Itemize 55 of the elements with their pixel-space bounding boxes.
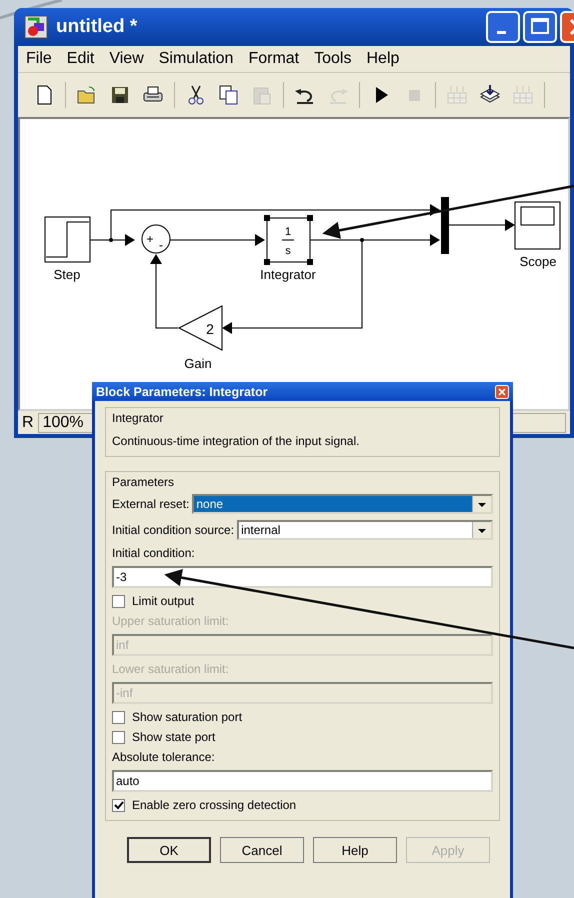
checkbox-label: Enable zero crossing detection (132, 798, 296, 812)
window-title: untitled * (56, 16, 138, 38)
dropdown[interactable]: internal (237, 520, 493, 540)
checkbox[interactable] (112, 798, 125, 812)
app-icon (24, 14, 48, 39)
signal-line (448, 219, 515, 232)
branch-point (109, 238, 113, 242)
dialog-button[interactable]: Help (313, 837, 397, 863)
menu-item[interactable]: View (109, 50, 144, 68)
gain-block[interactable] (178, 306, 222, 352)
block-label: Scope (520, 254, 556, 270)
integrator-block[interactable] (264, 215, 313, 266)
denominator-label: s (285, 245, 291, 258)
block-label: Step (54, 267, 80, 282)
dropdown[interactable]: none (192, 494, 493, 514)
checkbox[interactable] (112, 594, 125, 608)
menu-item[interactable]: Edit (66, 50, 94, 68)
maximize-button[interactable] (523, 10, 557, 43)
minimize-button[interactable] (486, 10, 520, 43)
field-label: Initial condition: (112, 546, 196, 560)
dialog-button[interactable]: OK (127, 837, 211, 863)
checkbox[interactable] (112, 730, 125, 744)
numerator-label: 1 (284, 226, 292, 238)
menu-item[interactable]: Help (366, 50, 400, 68)
field-label: Lower saturation limit: (112, 662, 230, 676)
field-label: Initial condition source: (112, 523, 234, 537)
dialog-button[interactable]: Cancel (220, 837, 304, 863)
gain-value: 2 (206, 321, 214, 338)
input-field[interactable]: auto (112, 770, 493, 792)
menu-item[interactable]: File (26, 50, 52, 68)
group-legend: Parameters (110, 475, 176, 489)
branch-point (360, 238, 364, 242)
checkbox-label: Limit output (132, 594, 194, 608)
dialog-title: Block Parameters: Integrator (96, 384, 268, 398)
block-label: Integrator (260, 267, 316, 282)
menu-item[interactable]: Tools (314, 50, 352, 68)
menu-item[interactable]: Simulation (158, 50, 234, 68)
checkbox[interactable] (112, 710, 125, 724)
sign-label: - (159, 238, 163, 252)
group-legend: Integrator (110, 411, 166, 425)
field-label: Absolute tolerance: (112, 750, 216, 764)
description-text: Continuous-time integration of the input signal. (112, 434, 360, 448)
status-mode: R (22, 414, 34, 432)
block-label: Gain (184, 356, 212, 372)
scope-block[interactable] (514, 202, 560, 250)
sign-label: + (146, 232, 154, 246)
input-field[interactable]: -3 (112, 566, 493, 588)
close-button[interactable] (495, 384, 509, 398)
step-block[interactable] (44, 216, 90, 263)
checkbox-label: Show state port (132, 730, 216, 744)
menu-item[interactable]: Format (248, 50, 300, 68)
checkbox-label: Show saturation port (132, 710, 242, 724)
field-label: External reset: (112, 497, 190, 511)
sum-block[interactable] (142, 224, 170, 254)
field-label: Upper saturation limit: (112, 614, 230, 628)
